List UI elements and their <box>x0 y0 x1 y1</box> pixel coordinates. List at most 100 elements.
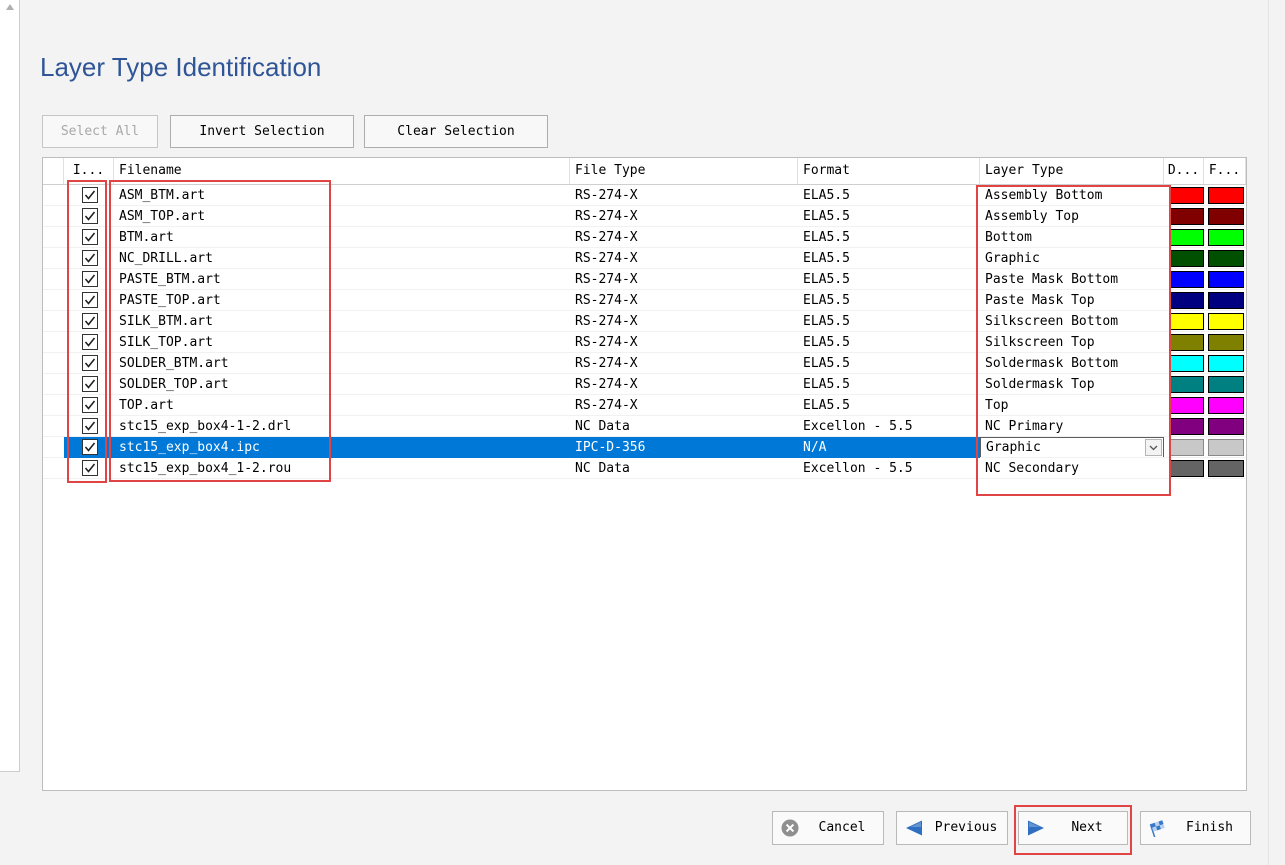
file-type-cell[interactable]: RS-274-X <box>570 374 798 395</box>
d-color-swatch[interactable] <box>1170 313 1204 330</box>
column-header-f-color[interactable]: F... <box>1204 158 1246 184</box>
row-header[interactable] <box>43 311 64 332</box>
f-color-swatch[interactable] <box>1208 355 1244 372</box>
format-cell[interactable]: ELA5.5 <box>798 374 980 395</box>
include-checkbox[interactable] <box>82 292 98 308</box>
layer-type-cell[interactable]: Silkscreen Bottom <box>980 311 1164 332</box>
layer-type-cell[interactable]: NC Primary <box>980 416 1164 437</box>
d-color-cell[interactable] <box>1164 332 1204 353</box>
f-color-swatch[interactable] <box>1208 460 1244 477</box>
include-cell[interactable] <box>64 374 114 395</box>
format-cell[interactable]: ELA5.5 <box>798 311 980 332</box>
layer-type-cell[interactable]: Paste Mask Bottom <box>980 269 1164 290</box>
column-header-include[interactable]: I... <box>64 158 114 184</box>
filename-cell[interactable]: ASM_BTM.art <box>114 185 570 206</box>
filename-cell[interactable]: TOP.art <box>114 395 570 416</box>
f-color-swatch[interactable] <box>1208 208 1244 225</box>
file-type-cell[interactable]: RS-274-X <box>570 227 798 248</box>
format-cell[interactable]: Excellon - 5.5 <box>798 458 980 479</box>
include-cell[interactable] <box>64 353 114 374</box>
f-color-swatch[interactable] <box>1208 334 1244 351</box>
d-color-cell[interactable] <box>1164 227 1204 248</box>
cancel-button[interactable]: Cancel <box>772 811 884 845</box>
file-type-cell[interactable]: NC Data <box>570 458 798 479</box>
table-row[interactable]: ASM_TOP.art RS-274-X ELA5.5 Assembly Top <box>43 206 1246 227</box>
row-header[interactable] <box>43 185 64 206</box>
f-color-cell[interactable] <box>1204 311 1246 332</box>
include-checkbox[interactable] <box>82 460 98 476</box>
layer-type-cell[interactable]: Soldermask Bottom <box>980 353 1164 374</box>
d-color-swatch[interactable] <box>1170 355 1204 372</box>
layer-type-cell[interactable]: Bottom <box>980 227 1164 248</box>
format-cell[interactable]: ELA5.5 <box>798 248 980 269</box>
table-row[interactable]: stc15_exp_box4_1-2.rou NC Data Excellon - … <box>43 458 1246 479</box>
format-cell[interactable]: ELA5.5 <box>798 332 980 353</box>
filename-cell[interactable]: stc15_exp_box4.ipc <box>114 437 570 458</box>
include-checkbox[interactable] <box>82 334 98 350</box>
f-color-cell[interactable] <box>1204 458 1246 479</box>
f-color-swatch[interactable] <box>1208 376 1244 393</box>
row-header[interactable] <box>43 248 64 269</box>
file-type-cell[interactable]: IPC-D-356 <box>570 437 798 458</box>
column-header-file-type[interactable]: File Type <box>570 158 798 184</box>
file-type-cell[interactable]: RS-274-X <box>570 311 798 332</box>
f-color-swatch[interactable] <box>1208 418 1244 435</box>
row-header[interactable] <box>43 353 64 374</box>
filename-cell[interactable]: SILK_TOP.art <box>114 332 570 353</box>
include-cell[interactable] <box>64 269 114 290</box>
row-header[interactable] <box>43 437 64 458</box>
table-row[interactable]: SILK_BTM.art RS-274-X ELA5.5 Silkscreen Bot… <box>43 311 1246 332</box>
table-row[interactable]: PASTE_TOP.art RS-274-X ELA5.5 Paste Mask To… <box>43 290 1246 311</box>
d-color-swatch[interactable] <box>1170 292 1204 309</box>
f-color-cell[interactable] <box>1204 332 1246 353</box>
table-row[interactable]: stc15_exp_box4-1-2.drl NC Data Excellon - … <box>43 416 1246 437</box>
scroll-up-icon[interactable] <box>5 3 15 11</box>
filename-cell[interactable]: SOLDER_BTM.art <box>114 353 570 374</box>
d-color-cell[interactable] <box>1164 290 1204 311</box>
f-color-cell[interactable] <box>1204 227 1246 248</box>
f-color-swatch[interactable] <box>1208 187 1244 204</box>
d-color-swatch[interactable] <box>1170 187 1204 204</box>
layer-type-dropdown[interactable]: Graphic <box>980 437 1164 457</box>
include-cell[interactable] <box>64 248 114 269</box>
format-cell[interactable]: ELA5.5 <box>798 290 980 311</box>
table-row[interactable]: SOLDER_TOP.art RS-274-X ELA5.5 Soldermask T… <box>43 374 1246 395</box>
layer-type-cell[interactable]: Assembly Bottom <box>980 185 1164 206</box>
row-header[interactable] <box>43 416 64 437</box>
format-cell[interactable]: ELA5.5 <box>798 353 980 374</box>
f-color-swatch[interactable] <box>1208 292 1244 309</box>
layer-table[interactable]: I... Filename File Type Format Layer Typ… <box>42 157 1247 791</box>
file-type-cell[interactable]: RS-274-X <box>570 185 798 206</box>
include-cell[interactable] <box>64 395 114 416</box>
table-row[interactable]: SILK_TOP.art RS-274-X ELA5.5 Silkscreen Top <box>43 332 1246 353</box>
format-cell[interactable]: Excellon - 5.5 <box>798 416 980 437</box>
f-color-swatch[interactable] <box>1208 271 1244 288</box>
include-checkbox[interactable] <box>82 313 98 329</box>
d-color-swatch[interactable] <box>1170 460 1204 477</box>
file-type-cell[interactable]: RS-274-X <box>570 332 798 353</box>
f-color-cell[interactable] <box>1204 374 1246 395</box>
include-checkbox[interactable] <box>82 250 98 266</box>
d-color-swatch[interactable] <box>1170 334 1204 351</box>
include-cell[interactable] <box>64 185 114 206</box>
d-color-swatch[interactable] <box>1170 208 1204 225</box>
f-color-swatch[interactable] <box>1208 439 1244 456</box>
row-header[interactable] <box>43 227 64 248</box>
d-color-cell[interactable] <box>1164 248 1204 269</box>
include-checkbox[interactable] <box>82 208 98 224</box>
f-color-cell[interactable] <box>1204 416 1246 437</box>
file-type-cell[interactable]: RS-274-X <box>570 290 798 311</box>
file-type-cell[interactable]: RS-274-X <box>570 395 798 416</box>
invert-selection-button[interactable]: Invert Selection <box>170 115 354 148</box>
select-all-button[interactable]: Select All <box>42 115 158 148</box>
row-header[interactable] <box>43 332 64 353</box>
row-header[interactable] <box>43 269 64 290</box>
column-header-format[interactable]: Format <box>798 158 980 184</box>
d-color-cell[interactable] <box>1164 437 1204 458</box>
include-checkbox[interactable] <box>82 376 98 392</box>
table-row[interactable]: PASTE_BTM.art RS-274-X ELA5.5 Paste Mask Bo… <box>43 269 1246 290</box>
column-header-d-color[interactable]: D... <box>1164 158 1204 184</box>
include-cell[interactable] <box>64 206 114 227</box>
next-button[interactable]: Next <box>1018 811 1128 845</box>
d-color-cell[interactable] <box>1164 269 1204 290</box>
